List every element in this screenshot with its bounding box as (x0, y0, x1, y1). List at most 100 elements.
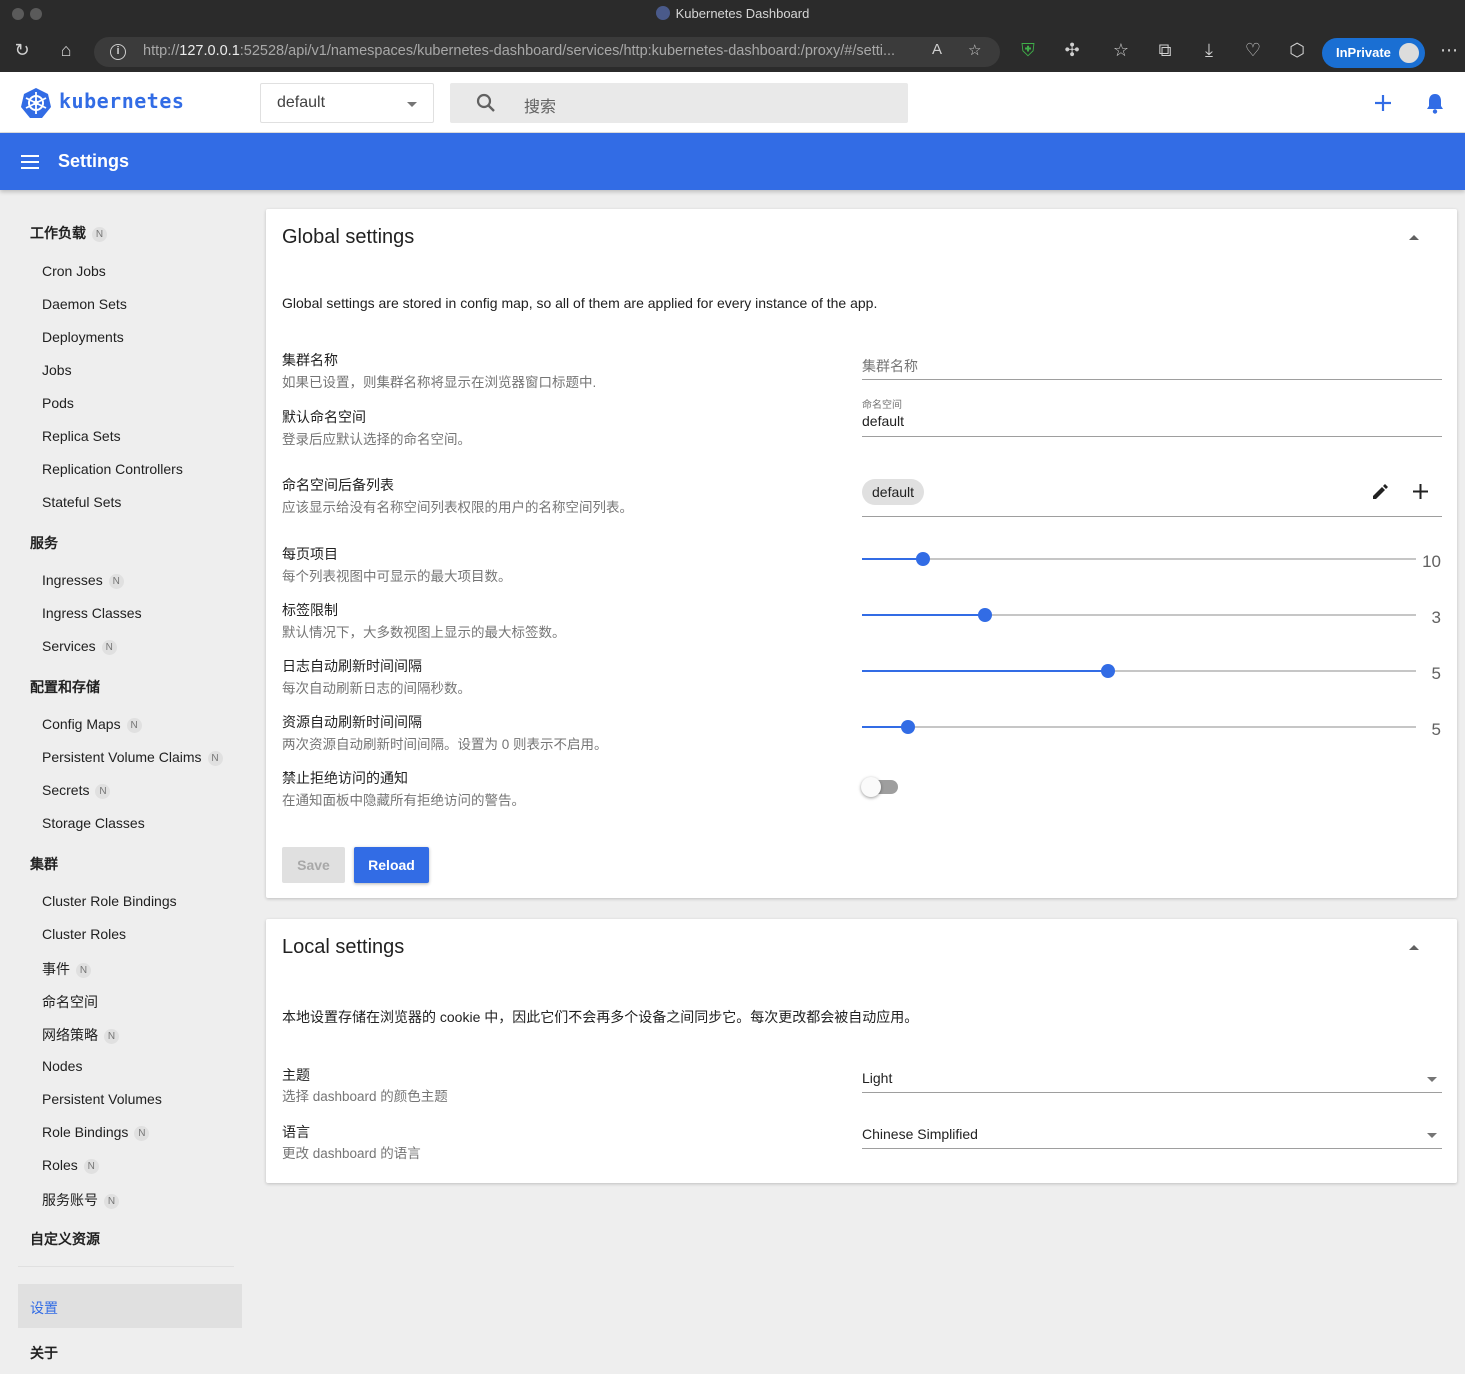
sidebar-item-daemon-sets[interactable]: Daemon Sets (42, 296, 127, 312)
add-favorite-icon[interactable]: ☆ (968, 41, 981, 59)
logs-refresh-slider[interactable] (862, 664, 1416, 678)
language-help: 更改 dashboard 的语言 (282, 1146, 421, 1161)
sidebar-item-settings[interactable]: 设置 (30, 1298, 58, 1318)
sidebar-item-stateful-sets[interactable]: Stateful Sets (42, 494, 121, 510)
sidebar-item-cron-jobs[interactable]: Cron Jobs (42, 263, 106, 279)
notifications-bell-icon[interactable] (1426, 93, 1444, 114)
sidebar-item-cluster-role-bindings[interactable]: Cluster Role Bindings (42, 893, 177, 909)
app-header: kubernetes default 搜索 (0, 72, 1465, 133)
language-select[interactable]: Chinese Simplified (862, 1117, 1442, 1149)
address-bar[interactable]: i http://127.0.0.1:52528/api/v1/namespac… (94, 37, 1000, 67)
collapse-arrow-icon[interactable] (1409, 235, 1419, 240)
default-namespace-field[interactable]: 命名空间 default (862, 394, 1442, 437)
sidebar-section-custom-resources[interactable]: 自定义资源 (30, 1229, 100, 1249)
disable-access-denied-label: 禁止拒绝访问的通知 (282, 770, 408, 786)
sidebar-item-config-maps[interactable]: Config Maps N (42, 716, 142, 733)
sidebar-item-about[interactable]: 关于 (30, 1343, 58, 1363)
items-per-page-help: 每个列表视图中可显示的最大项目数。 (282, 569, 512, 584)
extensions-icon[interactable]: ✣ (1060, 38, 1084, 62)
default-namespace-input[interactable]: default (862, 413, 904, 429)
theme-select[interactable]: Light (862, 1061, 1442, 1093)
sidebar-item-nodes[interactable]: Nodes (42, 1058, 82, 1074)
labels-limit-label: 标签限制 (282, 602, 338, 618)
sidebar-item-ingresses[interactable]: Ingresses N (42, 572, 124, 589)
sidebar-item-persistent-volume-claims[interactable]: Persistent Volume Claims N (42, 749, 223, 766)
reload-button[interactable]: Reload (354, 847, 429, 883)
search-bar[interactable]: 搜索 (450, 83, 908, 123)
logs-refresh-help: 每次自动刷新日志的间隔秒数。 (282, 681, 471, 696)
theme-help: 选择 dashboard 的颜色主题 (282, 1089, 448, 1104)
search-input[interactable]: 搜索 (524, 93, 556, 117)
inprivate-button[interactable]: InPrivate (1322, 38, 1425, 68)
kubernetes-logo-icon[interactable] (20, 87, 52, 119)
namespace-selector[interactable]: default (260, 83, 434, 123)
brand-name[interactable]: kubernetes (59, 89, 184, 113)
items-per-page-slider[interactable] (862, 552, 1416, 566)
slider-thumb[interactable] (977, 608, 992, 622)
sidebar-item-secrets[interactable]: Secrets N (42, 782, 111, 799)
sidebar-item-services[interactable]: Services N (42, 638, 117, 655)
menu-hamburger-icon[interactable] (21, 155, 39, 169)
sidebar-item-storage-classes[interactable]: Storage Classes (42, 815, 145, 831)
more-menu-icon[interactable]: ⋯ (1437, 38, 1461, 62)
sidebar-item-role-bindings[interactable]: Role Bindings N (42, 1124, 150, 1141)
profile-avatar (1397, 41, 1421, 65)
new-badge: N (108, 574, 124, 589)
sidebar-divider (18, 1266, 234, 1267)
sidebar-item-deployments[interactable]: Deployments (42, 329, 124, 345)
refresh-icon[interactable]: ↻ (10, 38, 34, 62)
browser-toolbar: ↻ ⌂ i http://127.0.0.1:52528/api/v1/name… (0, 28, 1465, 72)
slider-thumb[interactable] (916, 552, 931, 566)
collections-icon[interactable]: ⧉ (1153, 38, 1177, 62)
slider-thumb[interactable] (1100, 664, 1115, 678)
edit-pencil-icon[interactable] (1372, 483, 1389, 500)
new-badge: N (101, 640, 117, 655)
resource-refresh-help: 两次资源自动刷新时间间隔。设置为 0 则表示不启用。 (282, 737, 608, 752)
new-badge: N (104, 1194, 119, 1209)
save-button[interactable]: Save (282, 847, 345, 883)
namespace-chip[interactable]: default (862, 479, 925, 505)
sidebar-item-ingress-classes[interactable]: Ingress Classes (42, 605, 142, 621)
sidebar-section-cluster[interactable]: 集群 (30, 854, 58, 874)
new-badge: N (207, 751, 223, 766)
sidebar-section-config-storage[interactable]: 配置和存储 (30, 677, 100, 697)
collapse-arrow-icon[interactable] (1409, 945, 1419, 950)
site-info-icon[interactable]: i (110, 44, 126, 60)
resource-refresh-value: 5 (1431, 720, 1441, 739)
sidebar-item-replication-controllers[interactable]: Replication Controllers (42, 461, 183, 477)
labels-limit-value: 3 (1431, 608, 1441, 627)
sidebar-item-events[interactable]: 事件 N (42, 959, 91, 979)
downloads-icon[interactable]: ⤓ (1197, 38, 1221, 62)
shield-icon[interactable]: ⛨ (1016, 38, 1040, 62)
performance-icon[interactable]: ♡ (1241, 38, 1265, 62)
read-aloud-icon[interactable]: A (932, 41, 942, 58)
create-plus-icon[interactable] (1374, 94, 1392, 112)
home-icon[interactable]: ⌂ (54, 38, 78, 62)
sidebar-item-service-accounts[interactable]: 服务账号 N (42, 1190, 119, 1210)
url-text[interactable]: http://127.0.0.1:52528/api/v1/namespaces… (143, 43, 933, 59)
labels-limit-slider[interactable] (862, 608, 1416, 622)
sidebar-item-roles[interactable]: Roles N (42, 1157, 99, 1174)
sidebar-item-namespaces[interactable]: 命名空间 (42, 992, 98, 1012)
sidebar-section-workloads[interactable]: 工作负载 N (30, 223, 107, 243)
sidebar-item-persistent-volumes[interactable]: Persistent Volumes (42, 1091, 162, 1107)
global-settings-card: Global settings Global settings are stor… (266, 209, 1457, 898)
sidebar-item-cluster-roles[interactable]: Cluster Roles (42, 926, 126, 942)
labels-limit-help: 默认情况下，大多数视图上显示的最大标签数。 (282, 625, 566, 640)
page-title: Settings (58, 151, 130, 171)
theme-label: 主题 (282, 1067, 310, 1083)
sidebar-section-services[interactable]: 服务 (30, 533, 58, 553)
sidebar-item-network-policies[interactable]: 网络策略 N (42, 1025, 119, 1045)
add-namespace-plus-icon[interactable] (1412, 483, 1429, 500)
disable-access-denied-toggle[interactable] (861, 777, 898, 797)
sidebar-item-pods[interactable]: Pods (42, 395, 74, 411)
sidebar-item-replica-sets[interactable]: Replica Sets (42, 428, 121, 444)
browser-essentials-icon[interactable]: ⬡ (1285, 38, 1309, 62)
slider-thumb[interactable] (900, 720, 915, 734)
resource-refresh-slider[interactable] (862, 720, 1416, 734)
browser-titlebar: Kubernetes Dashboard (0, 0, 1465, 28)
cluster-name-field[interactable]: 集群名称 (862, 349, 1442, 380)
cluster-name-input[interactable]: 集群名称 (862, 356, 918, 376)
favorites-icon[interactable]: ☆ (1109, 38, 1133, 62)
sidebar-item-jobs[interactable]: Jobs (42, 362, 72, 378)
